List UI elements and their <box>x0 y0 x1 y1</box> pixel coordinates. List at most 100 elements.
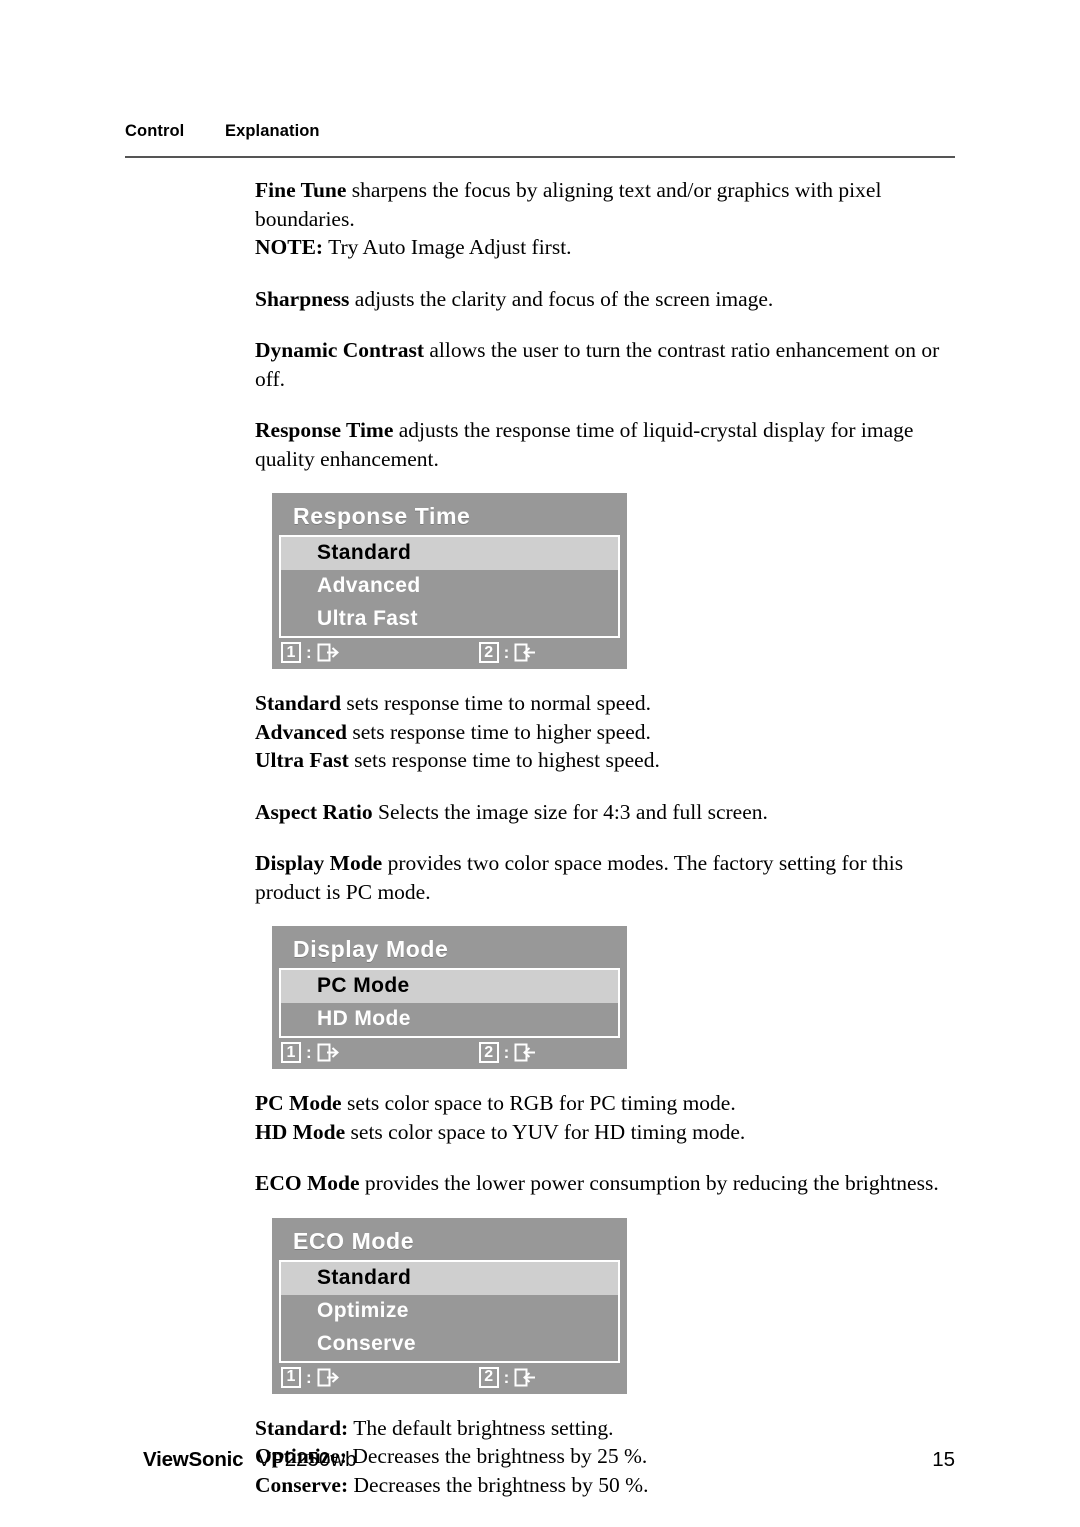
paragraph-response-ultrafast: Ultra Fast sets response time to highest… <box>255 746 965 775</box>
text-eco-conserve: Decreases the brightness by 50 %. <box>348 1472 649 1497</box>
return-icon <box>514 643 536 662</box>
term-aspect-ratio: Aspect Ratio <box>255 799 373 824</box>
osd-option-list: Standard Advanced Ultra Fast <box>279 535 620 638</box>
osd-title: Display Mode <box>293 936 449 962</box>
paragraph-eco-standard: Standard: The default brightness setting… <box>255 1414 965 1443</box>
key-separator: : <box>306 643 312 662</box>
osd-key-legend: 1 : 2 : <box>279 1038 620 1064</box>
text-hd-mode: sets color space to YUV for HD timing mo… <box>345 1119 746 1144</box>
exit-icon <box>317 1368 339 1387</box>
paragraph-fine-tune: Fine Tune sharpens the focus by aligning… <box>255 176 965 233</box>
term-eco-mode: ECO Mode <box>255 1171 360 1195</box>
text-fine-tune: sharpens the focus by aligning text and/… <box>255 178 882 231</box>
osd-option-conserve[interactable]: Conserve <box>281 1328 618 1361</box>
osd-option-ultra-fast[interactable]: Ultra Fast <box>281 603 618 636</box>
brand-name: ViewSonic <box>143 1448 244 1471</box>
text-note: Try Auto Image Adjust first. <box>323 235 572 259</box>
term-sharpness: Sharpness <box>255 286 350 311</box>
osd-key-legend: 1 : 2 : <box>279 1363 620 1389</box>
text-response-ultrafast: sets response time to highest speed. <box>348 748 660 772</box>
paragraph-response-standard: Standard sets response time to normal sp… <box>255 689 965 718</box>
osd-key-2: 2 : <box>478 1042 537 1063</box>
paragraph-pc-mode: PC Mode sets color space to RGB for PC t… <box>255 1089 965 1118</box>
paragraph-aspect-ratio: Aspect Ratio Selects the image size for … <box>255 798 965 827</box>
term-note: NOTE: <box>255 235 324 259</box>
term-eco-conserve: Conserve: <box>255 1472 349 1497</box>
osd-option-standard[interactable]: Standard <box>281 537 618 570</box>
exit-icon <box>317 1043 339 1062</box>
term-pc-mode: PC Mode <box>255 1091 342 1115</box>
paragraph-display-mode: Display Mode provides two color space mo… <box>255 849 965 906</box>
text-pc-mode: sets color space to RGB for PC timing mo… <box>341 1091 736 1115</box>
header-divider <box>125 156 955 158</box>
page-footer: ViewSonic VP2250wb 15 <box>143 1448 955 1472</box>
term-display-mode: Display Mode <box>255 851 383 875</box>
osd-option-hd-mode[interactable]: HD Mode <box>281 1003 618 1036</box>
term-fine-tune: Fine Tune <box>255 178 347 202</box>
key-number-box: 2 <box>478 1366 499 1388</box>
paragraph-response-time: Response Time adjusts the response time … <box>255 416 965 473</box>
text-response-advanced: sets response time to higher speed. <box>346 719 651 744</box>
osd-option-standard[interactable]: Standard <box>281 1261 618 1295</box>
osd-key-2: 2 : <box>478 1366 537 1388</box>
exit-icon <box>317 643 339 662</box>
paragraph-hd-mode: HD Mode sets color space to YUV for HD t… <box>255 1118 965 1147</box>
term-response-time: Response Time <box>255 418 394 442</box>
column-header-row: Control Explanation <box>125 122 955 141</box>
text-eco-mode: provides the lower power consumption by … <box>359 1171 939 1195</box>
term-hd-mode: HD Mode <box>255 1119 346 1144</box>
osd-option-advanced[interactable]: Advanced <box>281 570 618 603</box>
osd-key-1: 1 : <box>281 1366 339 1388</box>
key-number-box: 1 <box>281 1366 301 1388</box>
document-page: Control Explanation Fine Tune sharpens th… <box>0 0 1080 1527</box>
column-header-control: Control <box>125 122 185 140</box>
return-icon <box>514 1368 536 1387</box>
text-aspect-ratio: Selects the image size for 4:3 and full … <box>372 799 768 824</box>
text-sharpness: adjusts the clarity and focus of the scr… <box>349 286 774 311</box>
paragraph-fine-tune-note: NOTE: Try Auto Image Adjust first. <box>255 233 965 262</box>
osd-key-1: 1 : <box>281 1042 339 1063</box>
key-number-box: 1 <box>281 642 301 663</box>
key-separator: : <box>503 1367 510 1387</box>
paragraph-eco-conserve: Conserve: Decreases the brightness by 50… <box>255 1471 965 1500</box>
text-eco-standard: The default brightness setting. <box>348 1415 614 1440</box>
key-separator: : <box>306 1367 312 1387</box>
osd-menu-display-mode: Display Mode PC Mode HD Mode 1 : 2 : <box>272 926 627 1069</box>
osd-key-legend: 1 : 2 : <box>279 638 620 664</box>
osd-key-2: 2 : <box>478 642 537 663</box>
paragraph-eco-mode: ECO Mode provides the lower power consum… <box>255 1169 965 1198</box>
paragraph-dynamic-contrast: Dynamic Contrast allows the user to turn… <box>255 336 965 393</box>
osd-option-optimize[interactable]: Optimize <box>281 1295 618 1328</box>
text-response-standard: sets response time to normal speed. <box>341 691 651 715</box>
model-name: VP2250wb <box>257 1448 357 1471</box>
key-separator: : <box>503 643 510 662</box>
term-response-advanced: Advanced <box>255 719 347 744</box>
term-eco-standard: Standard: <box>255 1415 349 1440</box>
osd-key-1: 1 : <box>281 642 339 663</box>
key-number-box: 2 <box>478 642 499 663</box>
osd-option-list: PC Mode HD Mode <box>279 968 620 1038</box>
page-number: 15 <box>932 1448 955 1471</box>
return-icon <box>514 1043 536 1062</box>
term-response-standard: Standard <box>255 691 342 715</box>
key-number-box: 1 <box>281 1042 301 1063</box>
column-header-explanation: Explanation <box>225 122 320 140</box>
osd-option-pc-mode[interactable]: PC Mode <box>281 970 618 1003</box>
paragraph-sharpness: Sharpness adjusts the clarity and focus … <box>255 285 965 314</box>
term-dynamic-contrast: Dynamic Contrast <box>255 338 424 362</box>
explanation-content: Fine Tune sharpens the focus by aligning… <box>255 176 965 1499</box>
osd-menu-eco-mode: ECO Mode Standard Optimize Conserve 1 : … <box>272 1217 627 1394</box>
paragraph-response-advanced: Advanced sets response time to higher sp… <box>255 718 965 747</box>
key-separator: : <box>306 1043 312 1062</box>
